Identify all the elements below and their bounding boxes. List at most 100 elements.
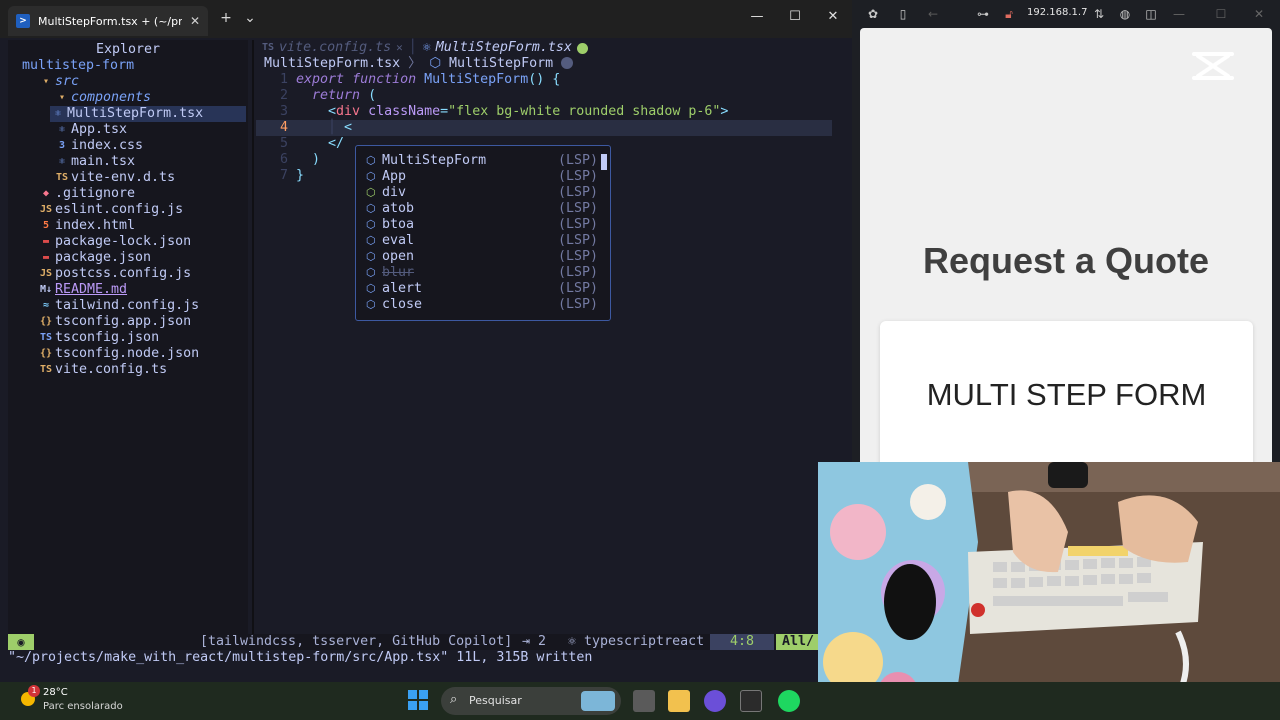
explorer-item[interactable]: JS postcss.config.js <box>38 266 191 282</box>
completion-item[interactable]: ⬡ div (LSP) <box>366 185 598 201</box>
completion-item[interactable]: ⬡ close (LSP) <box>366 297 598 313</box>
explorer-item[interactable]: ◆ .gitignore <box>38 186 135 202</box>
maximize-button[interactable]: ☐ <box>776 4 814 30</box>
code-token: ( <box>368 88 377 103</box>
insecure-lock-icon[interactable]: 🔓︎ <box>1000 5 1018 23</box>
tab-dropdown-button[interactable]: ⌄ <box>238 8 262 28</box>
tailwind-icon: ≈ <box>42 300 50 311</box>
page-title: Request a Quote <box>922 240 1210 281</box>
code-line[interactable]: 4 │ < <box>256 120 832 136</box>
explorer-item[interactable]: TS vite-env.d.ts <box>54 170 175 186</box>
settings-sliders-icon[interactable]: ⇅ <box>1090 5 1108 23</box>
code-line[interactable]: 3 <div className="flex bg-white rounded … <box>256 104 832 120</box>
close-window-button[interactable]: ✕ <box>814 4 852 30</box>
minimize-button[interactable]: — <box>738 4 776 30</box>
globe-icon[interactable]: ◍ <box>1116 5 1134 23</box>
close-tab-icon[interactable]: ✕ <box>190 14 200 28</box>
explorer-item[interactable]: ⚛ MultiStepForm.tsx <box>50 106 246 122</box>
explorer-item-label: src <box>55 74 80 89</box>
file-explorer-icon[interactable] <box>668 690 690 712</box>
explorer-item[interactable]: JS eslint.config.js <box>38 202 183 218</box>
tab-multistepform[interactable]: ⚛ MultiStepForm.tsx <box>417 40 594 56</box>
explorer-item[interactable]: ▾ src <box>38 74 79 90</box>
completion-menu: ⬡ MultiStepForm (LSP) ⬡ App (LSP) ⬡ div (LSP) ⬡ at… <box>355 145 611 321</box>
window-separator <box>252 40 254 636</box>
completion-item[interactable]: ⬡ App (LSP) <box>366 169 598 185</box>
explorer-item[interactable]: TS tsconfig.json <box>38 330 159 346</box>
explorer-item[interactable]: M↓ README.md <box>38 282 127 298</box>
symbol-kind-icon: ⬡ <box>366 186 376 199</box>
link-icon[interactable]: ⊶ <box>974 5 992 23</box>
completion-item[interactable]: ⬡ atob (LSP) <box>366 201 598 217</box>
completion-source: (LSP) <box>557 217 598 232</box>
symbol-kind-icon: ⬡ <box>366 218 376 231</box>
completion-item[interactable]: ⬡ eval (LSP) <box>366 233 598 249</box>
task-view-icon[interactable] <box>633 690 655 712</box>
completion-source: (LSP) <box>557 185 598 200</box>
explorer-title: Explorer <box>95 42 161 57</box>
terminal-app-icon[interactable] <box>740 690 762 712</box>
symbol-kind-icon: ⬡ <box>366 282 376 295</box>
new-tab-button[interactable]: + <box>214 8 238 28</box>
maximize-icon[interactable]: ☐ <box>1212 5 1230 23</box>
completion-label: div <box>382 185 407 200</box>
json-icon: {} <box>39 348 53 359</box>
code-token: () { <box>528 72 561 87</box>
explorer-item[interactable]: {} tsconfig.app.json <box>38 314 191 330</box>
completion-label: eval <box>382 233 415 248</box>
spotify-icon[interactable] <box>778 690 800 712</box>
explorer-item[interactable]: 3 index.css <box>54 138 143 154</box>
explorer-item[interactable]: ▾ components <box>54 90 151 106</box>
chevron-right-icon: 〉 <box>408 56 422 71</box>
line-number: 5 <box>279 136 288 151</box>
explorer-item-label: eslint.config.js <box>55 202 184 217</box>
minimize-icon[interactable]: — <box>1170 5 1188 23</box>
split-view-icon[interactable]: ◫ <box>1142 5 1160 23</box>
explorer-item[interactable]: TS vite.config.ts <box>38 362 167 378</box>
code-line[interactable]: 2 return ( <box>256 88 832 104</box>
explorer-item[interactable]: ≈ tailwind.config.js <box>38 298 199 314</box>
explorer-item[interactable]: 5 index.html <box>38 218 135 234</box>
explorer-item-label: index.css <box>71 138 144 153</box>
explorer-root[interactable]: multistep-form <box>22 58 134 74</box>
weather-condition[interactable]: Parc ensolarado <box>43 701 123 712</box>
breadcrumb-symbol[interactable]: ⬡ MultiStepForm <box>429 56 574 72</box>
completion-item[interactable]: ⬡ blur (LSP) <box>366 265 598 281</box>
tab-vite-config[interactable]: TS vite.config.ts ✕ <box>256 40 409 56</box>
windows-start-icon[interactable] <box>408 690 428 710</box>
workspace-icon[interactable]: ✿ <box>864 5 882 23</box>
explorer-item[interactable]: {} tsconfig.node.json <box>38 346 199 362</box>
completion-item[interactable]: ⬡ alert (LSP) <box>366 281 598 297</box>
tab-label: vite.config.ts <box>279 40 392 55</box>
sidebar-icon[interactable]: ▯ <box>894 5 912 23</box>
terminal-tab[interactable]: > MultiStepForm.tsx + (~/proje ✕ <box>8 6 208 36</box>
code-editor[interactable]: TS vite.config.ts ✕ │ ⚛ MultiStepForm.ts… <box>256 38 832 638</box>
address-bar[interactable]: 192.168.1.7 <box>1027 7 1087 18</box>
explorer-item[interactable]: ⚛ App.tsx <box>54 122 127 138</box>
taskbar-search[interactable]: ⌕ Pesquisar <box>441 687 621 715</box>
terminal-titlebar: > MultiStepForm.tsx + (~/proje ✕ + ⌄ — ☐… <box>0 0 852 38</box>
back-icon[interactable]: ← <box>924 5 942 23</box>
close-icon[interactable]: ✕ <box>1250 5 1268 23</box>
typescript-icon: TS <box>55 172 69 183</box>
breadcrumb-file[interactable]: MultiStepForm.tsx <box>264 56 400 72</box>
explorer-item[interactable]: ⚛ main.tsx <box>54 154 135 170</box>
completion-source: (LSP) <box>557 297 598 312</box>
javascript-icon: JS <box>39 204 53 215</box>
completion-scrollbar[interactable] <box>601 154 607 170</box>
close-icon[interactable]: ✕ <box>396 40 403 56</box>
code-token: MultiStepForm <box>424 72 529 87</box>
weather-temperature[interactable]: 28°C <box>43 687 68 698</box>
completion-item[interactable]: ⬡ btoa (LSP) <box>366 217 598 233</box>
code-line[interactable]: 1 export function MultiStepForm() { <box>256 72 832 88</box>
explorer-item[interactable]: ▬ package-lock.json <box>38 234 191 250</box>
react-icon: ⚛ <box>58 124 66 135</box>
app-icon[interactable] <box>704 690 726 712</box>
explorer-item[interactable]: ▬ package.json <box>38 250 151 266</box>
search-label: Pesquisar <box>469 694 522 707</box>
completion-source: (LSP) <box>557 153 598 168</box>
completion-item[interactable]: ⬡ MultiStepForm (LSP) <box>366 153 598 169</box>
completion-item[interactable]: ⬡ open (LSP) <box>366 249 598 265</box>
